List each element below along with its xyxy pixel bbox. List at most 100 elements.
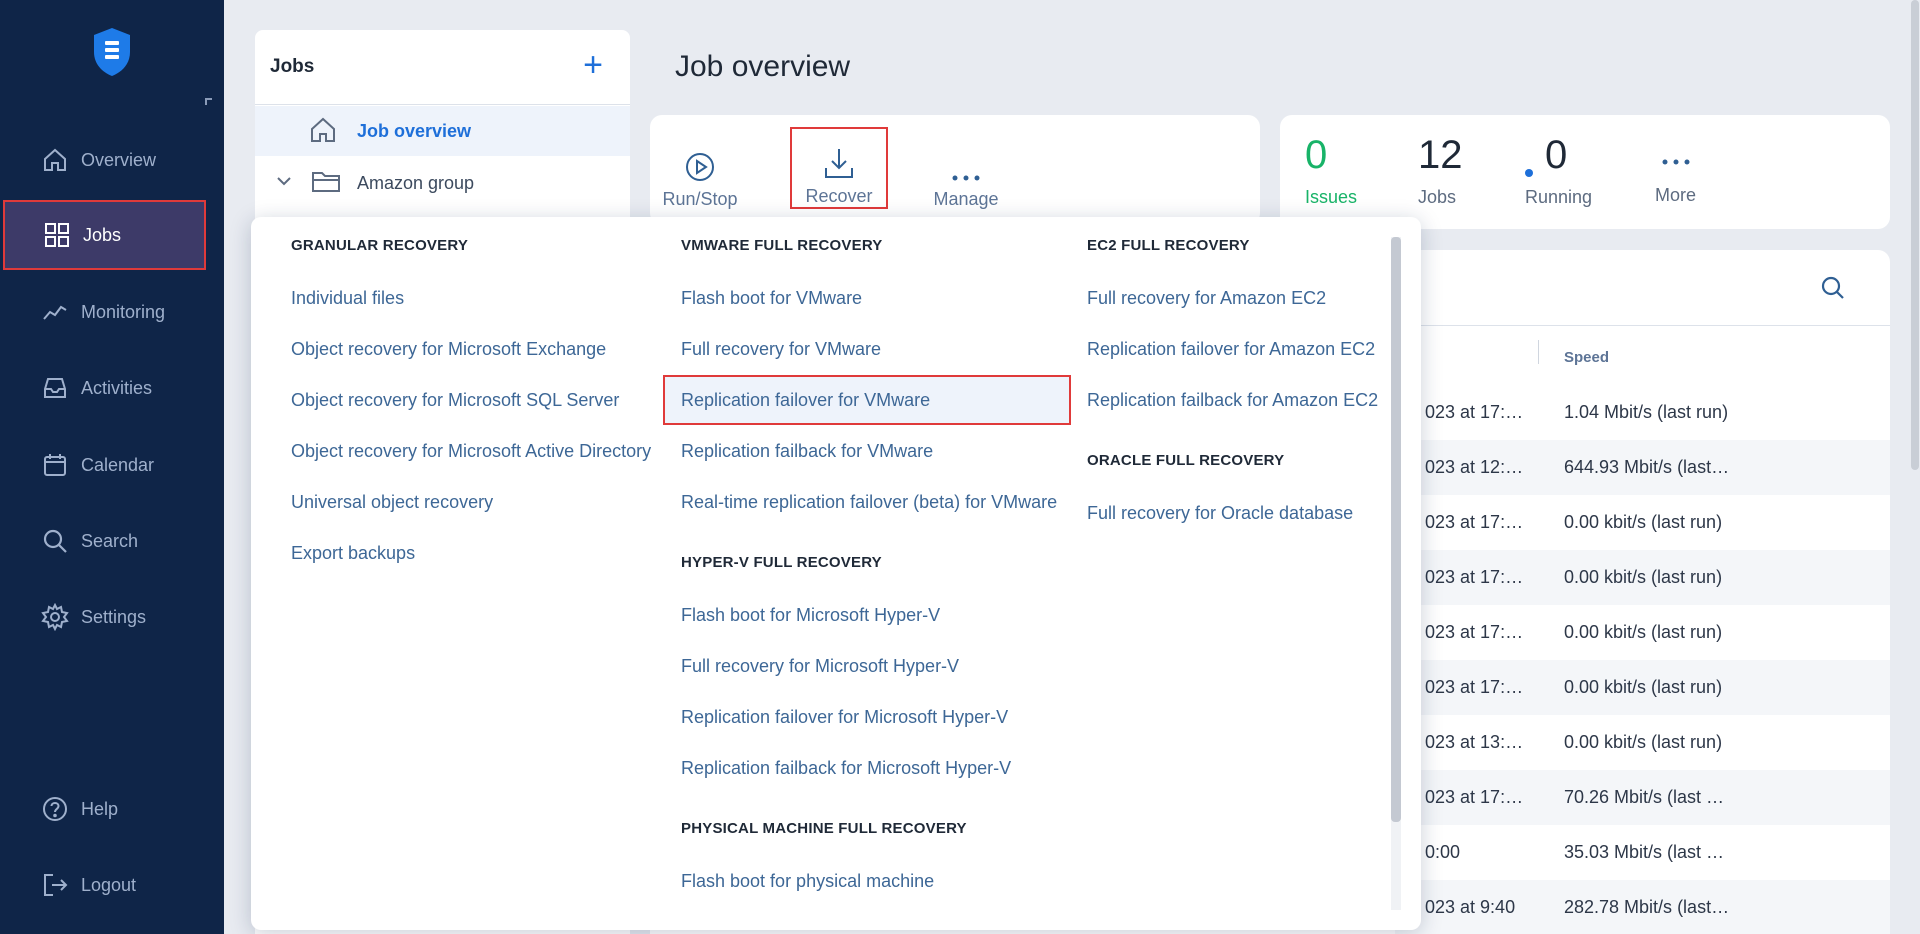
- last-run-cell: 023 at 12:…: [1425, 457, 1524, 477]
- table-row[interactable]: 023 at 12:… 644.93 Mbit/s (last…: [1395, 440, 1890, 495]
- last-run-cell: 023 at 9:40: [1425, 897, 1516, 917]
- table-row[interactable]: 023 at 17:… 1.04 Mbit/s (last run): [1395, 385, 1890, 440]
- oracle-full-recovery-heading: ORACLE FULL RECOVERY: [1087, 452, 1285, 469]
- last-run-cell: 023 at 17:…: [1425, 512, 1524, 532]
- sidebar-item-calendar[interactable]: Calendar: [0, 429, 224, 501]
- speed-cell: 282.78 Mbit/s (last…: [1564, 897, 1730, 917]
- issues-stat[interactable]: 0 Issues: [1305, 133, 1357, 208]
- table-row[interactable]: 023 at 9:40 282.78 Mbit/s (last…: [1395, 880, 1890, 934]
- physical-machine-full-recovery-heading: PHYSICAL MACHINE FULL RECOVERY: [681, 820, 967, 837]
- menu-item-object-recovery-sql[interactable]: Object recovery for Microsoft SQL Server: [291, 375, 619, 425]
- menu-item-flash-boot-physical[interactable]: Flash boot for physical machine: [681, 856, 934, 906]
- running-label: Running: [1525, 187, 1593, 207]
- menu-item-full-recovery-hyperv[interactable]: Full recovery for Microsoft Hyper-V: [681, 641, 959, 691]
- recover-button[interactable]: Recover: [790, 127, 888, 209]
- last-run-cell: 023 at 17:…: [1425, 622, 1524, 642]
- last-run-cell: 023 at 17:…: [1425, 787, 1524, 807]
- last-run-cell: 023 at 13:…: [1425, 732, 1524, 752]
- sidebar-item-label: Overview: [81, 149, 157, 170]
- last-run-cell: 023 at 17:…: [1425, 402, 1524, 422]
- table-row[interactable]: 023 at 13:… 0.00 kbit/s (last run): [1395, 715, 1890, 770]
- speed-cell: 0.00 kbit/s (last run): [1564, 732, 1723, 752]
- sidebar-item-overview[interactable]: Overview: [0, 124, 224, 196]
- manage-button[interactable]: Manage: [920, 115, 1012, 210]
- speed-column-header[interactable]: Speed: [1564, 349, 1609, 366]
- grid-icon: [43, 221, 71, 249]
- menu-item-full-recovery-oracle[interactable]: Full recovery for Oracle database: [1087, 488, 1353, 538]
- issues-count: 0: [1305, 133, 1328, 177]
- sidebar-item-settings[interactable]: Settings: [0, 581, 224, 653]
- menu-item-replication-failback-hyperv[interactable]: Replication failback for Microsoft Hyper…: [681, 743, 1011, 793]
- tree-item-amazon-group[interactable]: Amazon group: [255, 160, 630, 206]
- menu-item-full-recovery-vmware[interactable]: Full recovery for VMware: [681, 324, 881, 374]
- menu-item-full-recovery-ec2[interactable]: Full recovery for Amazon EC2: [1087, 273, 1326, 323]
- menu-item-export-backups[interactable]: Export backups: [291, 528, 415, 578]
- menu-scrollbar-thumb[interactable]: [1391, 237, 1401, 822]
- sidebar-item-label: Jobs: [83, 224, 122, 245]
- folder-icon: [311, 168, 341, 199]
- manage-label: Manage: [933, 189, 999, 209]
- table-row[interactable]: 023 at 17:… 0.00 kbit/s (last run): [1395, 605, 1890, 660]
- sidebar: Overview Jobs Monitoring Activities Cale…: [0, 0, 224, 934]
- speed-cell: 0.00 kbit/s (last run): [1564, 677, 1723, 697]
- issues-label: Issues: [1305, 187, 1358, 207]
- column-separator[interactable]: [1538, 340, 1539, 364]
- sidebar-item-logout[interactable]: Logout: [0, 849, 224, 921]
- menu-item-replication-failover-vmware[interactable]: Replication failover for VMware: [663, 375, 1071, 425]
- more-label: More: [1655, 185, 1697, 205]
- menu-item-universal-object-recovery[interactable]: Universal object recovery: [291, 477, 493, 527]
- more-button[interactable]: More: [1655, 143, 1696, 206]
- home-icon: [41, 146, 69, 174]
- sidebar-item-activities[interactable]: Activities: [0, 352, 224, 424]
- toolbar: Run/Stop Recover Manage: [650, 115, 1260, 225]
- last-run-cell: 023 at 17:…: [1425, 567, 1524, 587]
- stats-card: 0 Issues 12 Jobs 0 Running More: [1280, 115, 1890, 229]
- menu-item-replication-failover-hyperv[interactable]: Replication failover for Microsoft Hyper…: [681, 692, 1008, 742]
- shield-logo-icon[interactable]: [91, 26, 133, 78]
- gear-icon: [41, 603, 69, 631]
- menu-item-individual-files[interactable]: Individual files: [291, 273, 404, 323]
- jobs-label: Jobs: [1418, 187, 1457, 207]
- play-circle-icon: [684, 137, 716, 183]
- table-row[interactable]: 0:00 35.03 Mbit/s (last …: [1395, 825, 1890, 880]
- search-icon: [41, 527, 69, 555]
- table-row[interactable]: 023 at 17:… 0.00 kbit/s (last run): [1395, 550, 1890, 605]
- menu-item-object-recovery-exchange[interactable]: Object recovery for Microsoft Exchange: [291, 324, 606, 374]
- tree-item-job-overview[interactable]: Job overview: [255, 106, 630, 156]
- divider: [255, 104, 630, 105]
- last-run-cell: 0:00: [1425, 842, 1461, 862]
- add-job-button[interactable]: +: [577, 48, 609, 82]
- running-stat[interactable]: 0 Running: [1525, 133, 1592, 208]
- menu-item-replication-failback-ec2[interactable]: Replication failback for Amazon EC2: [1087, 375, 1378, 425]
- status-dot: [1525, 169, 1533, 177]
- jobs-panel-title: Jobs: [270, 56, 315, 77]
- menu-item-object-recovery-ad[interactable]: Object recovery for Microsoft Active Dir…: [291, 426, 651, 476]
- speed-cell: 0.00 kbit/s (last run): [1564, 622, 1723, 642]
- search-icon[interactable]: [1820, 275, 1846, 306]
- collapse-sidebar-icon[interactable]: [205, 98, 212, 105]
- menu-item-replication-failover-ec2[interactable]: Replication failover for Amazon EC2: [1087, 324, 1375, 374]
- ec2-full-recovery-heading: EC2 FULL RECOVERY: [1087, 237, 1250, 254]
- sidebar-item-jobs[interactable]: Jobs: [3, 200, 206, 270]
- sidebar-item-monitoring[interactable]: Monitoring: [0, 276, 224, 348]
- sidebar-item-label: Monitoring: [81, 301, 166, 322]
- vmware-full-recovery-heading: VMWARE FULL RECOVERY: [681, 237, 883, 254]
- menu-item-flash-boot-hyperv[interactable]: Flash boot for Microsoft Hyper-V: [681, 590, 940, 640]
- jobs-stat[interactable]: 12 Jobs: [1418, 133, 1463, 208]
- more-dots-icon: [1655, 143, 1696, 173]
- chevron-down-icon[interactable]: [275, 172, 293, 195]
- logout-icon: [41, 871, 69, 899]
- running-count: 0: [1545, 133, 1568, 177]
- menu-item-realtime-replication-failover-vmware[interactable]: Real-time replication failover (beta) fo…: [681, 477, 1057, 527]
- sidebar-item-search[interactable]: Search: [0, 505, 224, 577]
- run-stop-button[interactable]: Run/Stop: [655, 115, 745, 210]
- table-row[interactable]: 023 at 17:… 0.00 kbit/s (last run): [1395, 495, 1890, 550]
- table-row[interactable]: 023 at 17:… 0.00 kbit/s (last run): [1395, 660, 1890, 715]
- menu-item-flash-boot-vmware[interactable]: Flash boot for VMware: [681, 273, 862, 323]
- scrollbar-thumb[interactable]: [1911, 0, 1919, 470]
- table-row[interactable]: 023 at 17:… 70.26 Mbit/s (last …: [1395, 770, 1890, 825]
- calendar-icon: [41, 451, 69, 479]
- menu-item-replication-failback-vmware[interactable]: Replication failback for VMware: [681, 426, 933, 476]
- sidebar-item-help[interactable]: Help: [0, 773, 224, 845]
- page-scrollbar[interactable]: [1908, 0, 1920, 934]
